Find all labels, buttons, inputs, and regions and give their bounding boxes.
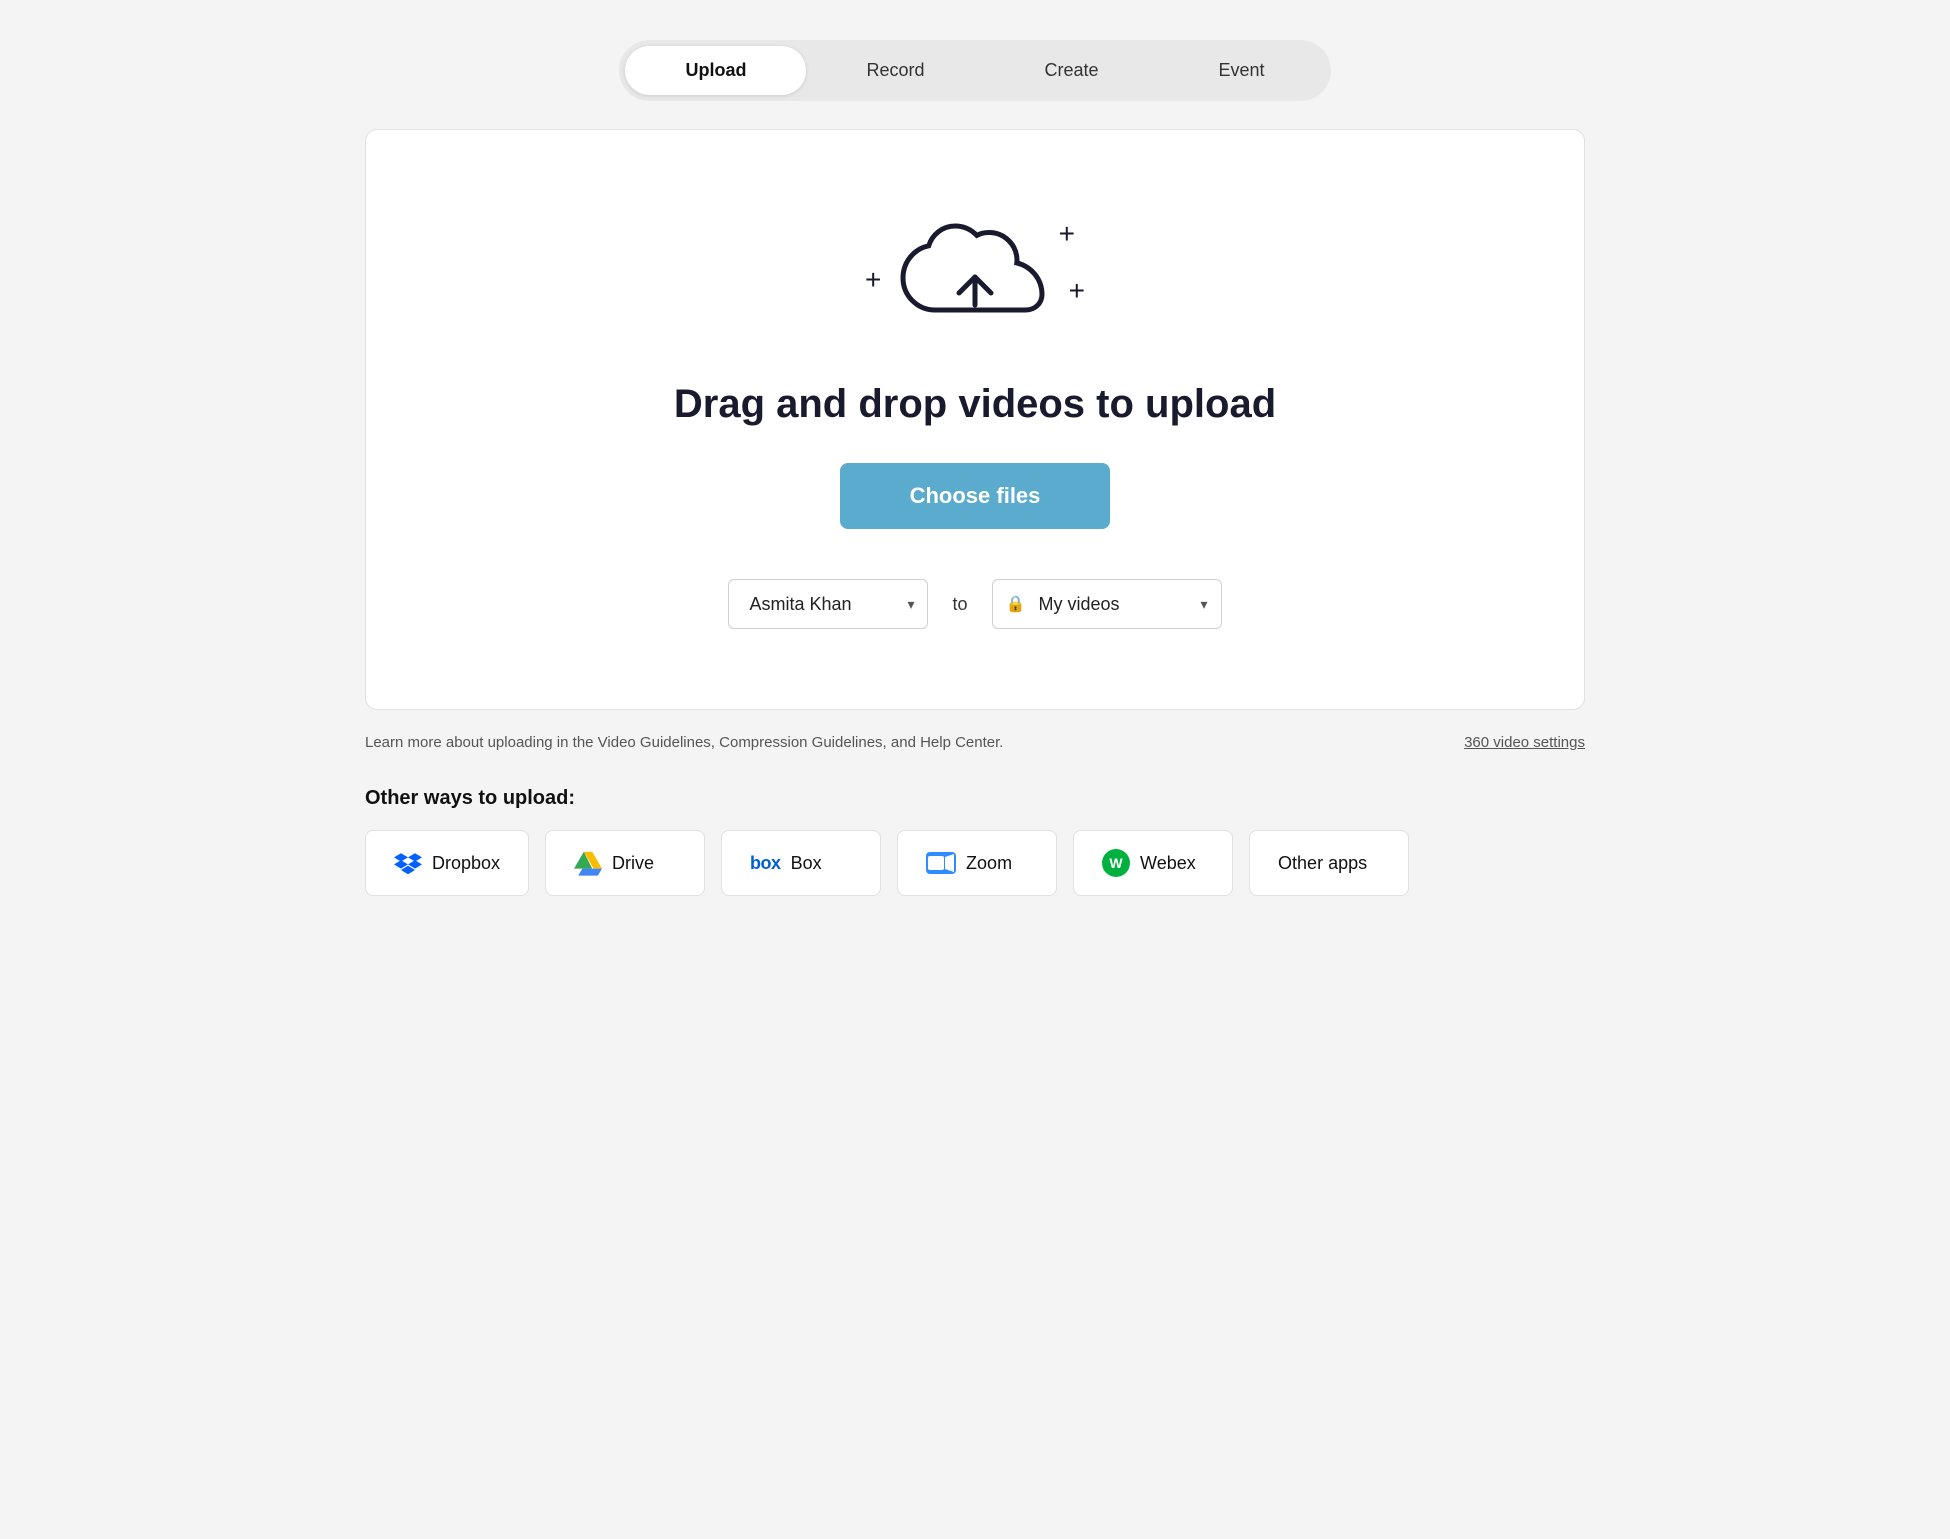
app-card-dropbox[interactable]: Dropbox (365, 830, 529, 896)
account-select[interactable]: Asmita Khan (728, 579, 928, 629)
app-card-other[interactable]: Other apps (1249, 830, 1409, 896)
account-destination-row: Asmita Khan ▾ to 🔒 My videos ▾ (728, 579, 1221, 629)
other-ways-label: Other ways to upload: (365, 787, 1585, 810)
box-label: Box (791, 853, 822, 874)
tab-create[interactable]: Create (984, 46, 1158, 95)
account-select-wrapper: Asmita Khan ▾ (728, 579, 928, 629)
app-card-box[interactable]: box Box (721, 830, 881, 896)
page-container: Upload Record Create Event + + + Drag an… (365, 40, 1585, 896)
app-card-zoom[interactable]: Zoom (897, 830, 1057, 896)
zoom-label: Zoom (966, 853, 1012, 874)
webex-label: Webex (1140, 853, 1196, 874)
drag-drop-text: Drag and drop videos to upload (674, 382, 1276, 427)
tab-bar: Upload Record Create Event (619, 40, 1330, 101)
plus-decoration-top-right: + (1059, 220, 1075, 248)
app-card-drive[interactable]: Drive (545, 830, 705, 896)
drive-icon (574, 849, 602, 877)
drive-label: Drive (612, 853, 654, 874)
upload-drop-area[interactable]: + + + Drag and drop videos to upload Cho… (365, 129, 1585, 710)
info-text: Learn more about uploading in the Video … (365, 734, 1003, 751)
webex-icon: W (1102, 849, 1130, 877)
dropbox-label: Dropbox (432, 853, 500, 874)
cloud-upload-icon (895, 220, 1055, 340)
destination-select[interactable]: My videos (992, 579, 1222, 629)
plus-decoration-right: + (1069, 277, 1085, 305)
info-bar: Learn more about uploading in the Video … (365, 734, 1585, 751)
upload-cloud-icon-wrapper: + + + (865, 210, 1085, 350)
zoom-icon (926, 852, 956, 874)
other-apps-row: Dropbox Drive box Box (365, 830, 1585, 896)
plus-decoration-left: + (865, 266, 881, 294)
tab-record[interactable]: Record (806, 46, 984, 95)
svg-text:W: W (1109, 855, 1123, 871)
box-icon: box (750, 853, 781, 874)
tab-upload[interactable]: Upload (625, 46, 806, 95)
other-ways-section: Other ways to upload: Dropbox (365, 787, 1585, 896)
app-card-webex[interactable]: W Webex (1073, 830, 1233, 896)
other-apps-label: Other apps (1278, 853, 1367, 874)
destination-select-wrapper: 🔒 My videos ▾ (992, 579, 1222, 629)
tab-event[interactable]: Event (1159, 46, 1325, 95)
dropbox-icon (394, 849, 422, 877)
choose-files-button[interactable]: Choose files (840, 463, 1111, 529)
settings-link[interactable]: 360 video settings (1464, 734, 1585, 751)
to-label: to (952, 594, 967, 615)
